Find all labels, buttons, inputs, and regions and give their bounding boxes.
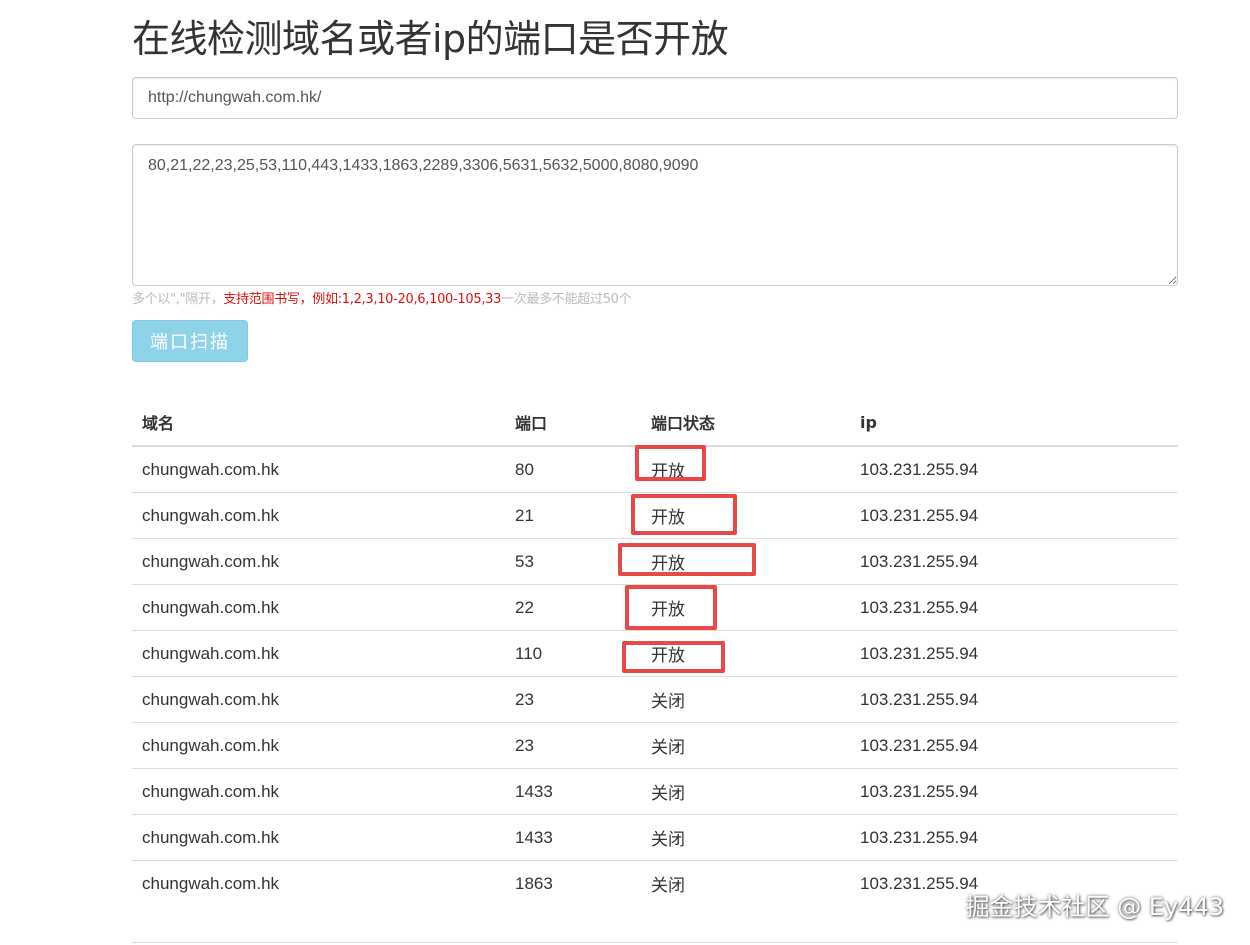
help-text-range-note: 支持范围书写，例如:1,2,3,10-20,6,100-105,33 bbox=[223, 292, 502, 307]
url-input[interactable] bbox=[132, 77, 1178, 119]
cell-status: 开放 bbox=[641, 584, 850, 631]
cell-status: 开放 bbox=[641, 538, 850, 585]
cell-port: 23 bbox=[505, 722, 641, 769]
cell-domain: chungwah.com.hk bbox=[132, 538, 505, 585]
table-row: chungwah.com.hk 110 开放 103.231.255.94 bbox=[132, 630, 1178, 677]
cell-port: 110 bbox=[505, 630, 641, 677]
cell-status: 开放 bbox=[641, 492, 850, 539]
cell-ip: 103.231.255.94 bbox=[850, 630, 1178, 677]
results-body: chungwah.com.hk 80 开放 103.231.255.94 chungwa… bbox=[132, 446, 1178, 906]
ports-textarea[interactable]: 80,21,22,23,25,53,110,443,1433,1863,2289… bbox=[132, 144, 1178, 286]
cell-domain: chungwah.com.hk bbox=[132, 492, 505, 539]
cell-domain: chungwah.com.hk bbox=[132, 768, 505, 815]
cell-ip: 103.231.255.94 bbox=[850, 446, 1178, 493]
table-row: chungwah.com.hk 23 关闭 103.231.255.94 bbox=[132, 722, 1178, 769]
table-row: chungwah.com.hk 1433 关闭 103.231.255.94 bbox=[132, 814, 1178, 861]
ports-help-text: 多个以","隔开，支持范围书写，例如:1,2,3,10-20,6,100-105… bbox=[132, 288, 632, 307]
table-row: chungwah.com.hk 23 关闭 103.231.255.94 bbox=[132, 676, 1178, 723]
table-row: chungwah.com.hk 53 开放 103.231.255.94 bbox=[132, 538, 1178, 585]
cell-domain: chungwah.com.hk bbox=[132, 584, 505, 631]
cell-status: 开放 bbox=[641, 630, 850, 677]
cell-domain: chungwah.com.hk bbox=[132, 814, 505, 861]
cell-status: 关闭 bbox=[641, 768, 850, 815]
cell-port: 22 bbox=[505, 584, 641, 631]
cell-ip: 103.231.255.94 bbox=[850, 722, 1178, 769]
header-status: 端口状态 bbox=[641, 399, 850, 447]
cell-ip: 103.231.255.94 bbox=[850, 814, 1178, 861]
cell-port: 53 bbox=[505, 538, 641, 585]
cell-ip: 103.231.255.94 bbox=[850, 492, 1178, 539]
header-port: 端口 bbox=[505, 399, 641, 447]
cell-status: 关闭 bbox=[641, 814, 850, 861]
cell-port: 1863 bbox=[515, 873, 553, 893]
watermark: 掘金技术社区 @ Ey443 bbox=[965, 893, 1224, 921]
cell-ip: 103.231.255.94 bbox=[850, 768, 1178, 815]
cell-status: 关闭 bbox=[651, 876, 685, 896]
cell-ip: 103.231.255.94 bbox=[850, 584, 1178, 631]
cell-status: 关闭 bbox=[641, 676, 850, 723]
help-text-separator-note: 多个以","隔开， bbox=[132, 292, 224, 307]
cell-port: 80 bbox=[505, 446, 641, 493]
results-table: 域名 端口 端口状态 ip chungwah.com.hk 80 开放 103.231… bbox=[132, 399, 1178, 906]
cell-port: 1433 bbox=[505, 814, 641, 861]
cell-domain: chungwah.com.hk bbox=[132, 446, 505, 493]
table-row: chungwah.com.hk 80 开放 103.231.255.94 bbox=[132, 446, 1178, 493]
table-header-row: 域名 端口 端口状态 ip bbox=[132, 399, 1178, 447]
table-row: chungwah.com.hk 1433 关闭 103.231.255.94 bbox=[132, 768, 1178, 815]
cell-domain: chungwah.com.hk bbox=[132, 722, 505, 769]
cell-ip: 103.231.255.94 bbox=[850, 538, 1178, 585]
table-row: chungwah.com.hk 21 开放 103.231.255.94 bbox=[132, 492, 1178, 539]
cell-domain: chungwah.com.hk bbox=[142, 873, 280, 893]
cell-status: 开放 bbox=[641, 446, 850, 493]
cell-domain: chungwah.com.hk bbox=[132, 630, 505, 677]
cell-status: 关闭 bbox=[641, 722, 850, 769]
header-ip: ip bbox=[850, 399, 1178, 447]
page-title: 在线检测域名或者ip的端口是否开放 bbox=[132, 17, 729, 61]
cell-ip: 103.231.255.94 bbox=[850, 676, 1178, 723]
cell-domain: chungwah.com.hk bbox=[132, 676, 505, 723]
help-text-limit-note: 一次最多不能超过50个 bbox=[501, 292, 632, 307]
port-scan-button[interactable]: 端口扫描 bbox=[132, 320, 248, 362]
cell-port: 21 bbox=[505, 492, 641, 539]
bottom-divider bbox=[132, 942, 1178, 943]
cell-port: 1433 bbox=[505, 768, 641, 815]
cell-port: 23 bbox=[505, 676, 641, 723]
table-row: chungwah.com.hk 22 开放 103.231.255.94 bbox=[132, 584, 1178, 631]
header-domain: 域名 bbox=[132, 399, 505, 447]
